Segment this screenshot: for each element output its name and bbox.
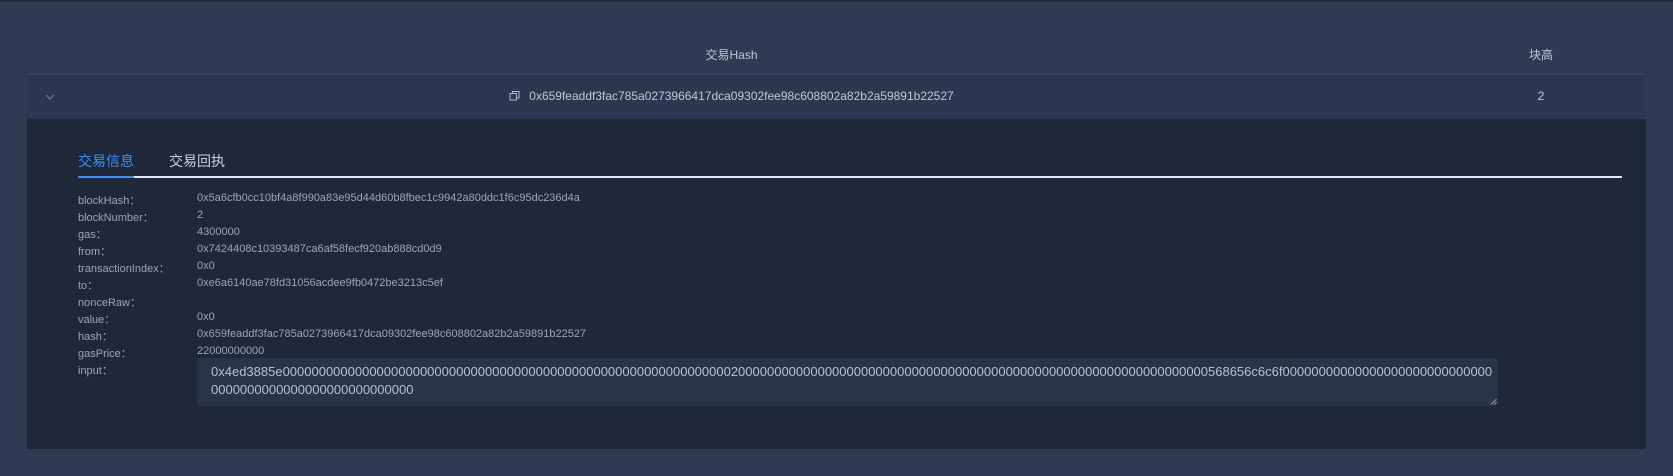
table-header: 交易Hash 块高 xyxy=(27,34,1646,75)
field-value: 2 xyxy=(197,209,204,221)
field-value: 0x659feaddf3fac785a0273966417dca09302fee… xyxy=(197,328,587,340)
field-label: blockHash： xyxy=(78,195,141,207)
expanded-detail-panel: 交易信息 交易回执 blockHash： 0x5a6cfb0cc10bf4a8f… xyxy=(27,119,1646,449)
field-label: blockNumber： xyxy=(78,212,154,224)
tab-transaction-receipt[interactable]: 交易回执 xyxy=(169,151,225,176)
transaction-table: 交易Hash 块高 0x659feaddf3fac785a0273966417d… xyxy=(27,34,1646,473)
column-header-hash: 交易Hash xyxy=(705,48,758,62)
field-value: 0x5a6cfb0cc10bf4a8f990a83e95d44d60b8fbec… xyxy=(197,192,580,204)
field-label: nonceRaw： xyxy=(78,297,141,309)
tab-transaction-info[interactable]: 交易信息 xyxy=(78,151,134,178)
field-label: from： xyxy=(78,246,111,258)
field-value: 0x7424408c10393487ca6af58fecf920ab888cd0… xyxy=(197,243,442,255)
top-border xyxy=(0,0,1673,2)
height-cell: 2 xyxy=(1537,89,1545,103)
field-label: value： xyxy=(78,314,116,326)
field-label: transactionIndex： xyxy=(78,263,170,275)
resize-handle-icon[interactable] xyxy=(1490,398,1497,405)
field-value: 0xe6a6140ae78fd31056acdee9fb0472be3213c5… xyxy=(197,277,443,289)
tab-label: 交易信息 xyxy=(78,153,134,169)
field-value: 22000000000 xyxy=(197,345,265,357)
field-label: hash： xyxy=(78,331,113,343)
field-value: 4300000 xyxy=(197,226,240,238)
input-data-textarea[interactable]: 0x4ed3885e000000000000000000000000000000… xyxy=(197,358,1498,406)
field-value: 0x0 xyxy=(197,311,215,323)
field-label: input： xyxy=(78,365,113,377)
field-label: to： xyxy=(78,280,99,292)
tab-label: 交易回执 xyxy=(169,153,225,169)
field-label: gasPrice： xyxy=(78,348,132,360)
field-label: gas： xyxy=(78,229,107,241)
table-row[interactable]: 0x659feaddf3fac785a0273966417dca09302fee… xyxy=(27,75,1646,119)
tab-bar: 交易信息 交易回执 xyxy=(78,151,1622,178)
hash-cell: 0x659feaddf3fac785a0273966417dca09302fee… xyxy=(27,89,1436,103)
copy-icon[interactable] xyxy=(509,90,521,102)
column-header-height: 块高 xyxy=(1528,48,1553,62)
hash-text[interactable]: 0x659feaddf3fac785a0273966417dca09302fee… xyxy=(529,89,953,103)
input-data-text: 0x4ed3885e000000000000000000000000000000… xyxy=(211,364,1493,397)
active-tab-indicator xyxy=(78,176,134,178)
field-value: 0x0 xyxy=(197,260,215,272)
table-footer-spacer xyxy=(27,449,1646,473)
